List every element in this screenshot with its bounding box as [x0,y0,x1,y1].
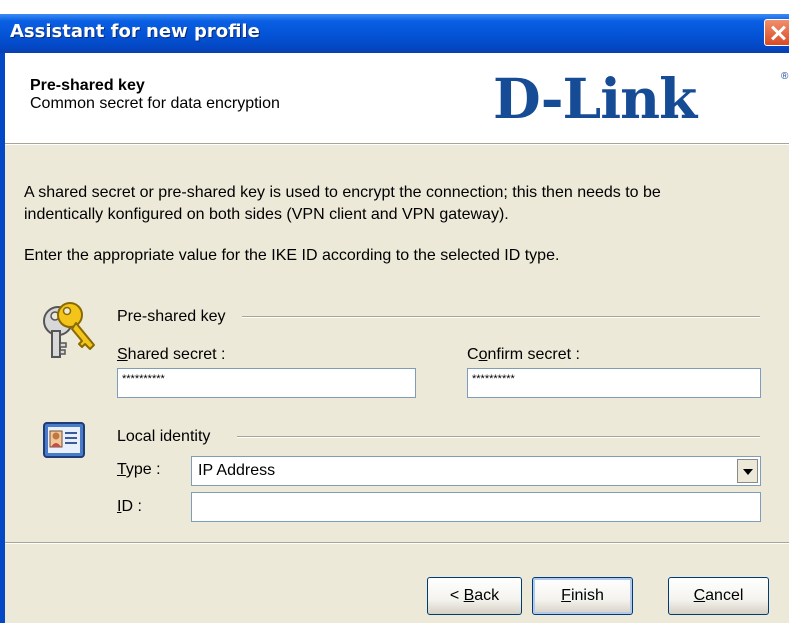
psk-section-title: Pre-shared key [117,308,226,325]
intro-line-1: A shared secret or pre-shared key is use… [24,184,661,201]
id-label: ID : [117,498,142,516]
shared-secret-label: Shared secret : [117,346,226,364]
type-accesskey: T [117,461,126,478]
shared-secret-input[interactable]: ********** [117,368,416,398]
back-button-label: ack [474,587,500,604]
id-input[interactable] [191,492,761,522]
id-type-value: IP Address [198,462,276,479]
shared-secret-accesskey: S [117,346,128,363]
back-accesskey: B [463,587,475,604]
chevron-down-icon[interactable] [737,459,758,483]
id-card-icon [43,422,85,458]
identity-section-title: Local identity [117,428,211,445]
back-button-pre: < [449,587,464,604]
registered-mark: ® [781,71,789,82]
cancel-button[interactable]: Cancel [668,577,769,615]
confirm-secret-label-pre: C [467,346,479,363]
footer-divider [5,542,789,544]
type-label-text: ype : [125,461,161,478]
type-label: Type : [117,461,161,479]
psk-section-line [242,316,760,318]
cancel-button-label: ancel [705,587,744,604]
id-label-text: D : [121,498,142,515]
finish-accesskey: F [561,587,571,604]
identity-section-line [237,436,760,438]
title-bar[interactable]: Assistant for new profile [0,14,789,53]
wizard-body: A shared secret or pre-shared key is use… [5,145,789,623]
window-title: Assistant for new profile [10,21,260,42]
back-button[interactable]: < Back [427,577,522,615]
header-subtitle: Common secret for data encryption [30,95,280,112]
dlink-logo: D-Link [493,66,697,131]
confirm-secret-label: Confirm secret : [467,346,580,364]
intro-line-3: Enter the appropriate value for the IKE … [24,247,560,264]
cancel-accesskey: C [693,587,706,604]
shared-secret-label-text: hared secret : [127,346,226,363]
keys-icon [43,302,95,358]
header-title: Pre-shared key [30,77,145,94]
confirm-secret-label-text: nfirm secret : [487,346,580,363]
confirm-secret-input[interactable]: ********** [467,368,761,398]
intro-line-2: indentically konfigured on both sides (V… [24,206,509,223]
wizard-header: Pre-shared key Common secret for data en… [5,53,789,143]
finish-button-label: inish [570,587,604,604]
finish-button[interactable]: Finish [532,577,633,615]
close-icon[interactable] [764,19,789,46]
id-type-select[interactable]: IP Address [191,456,761,486]
